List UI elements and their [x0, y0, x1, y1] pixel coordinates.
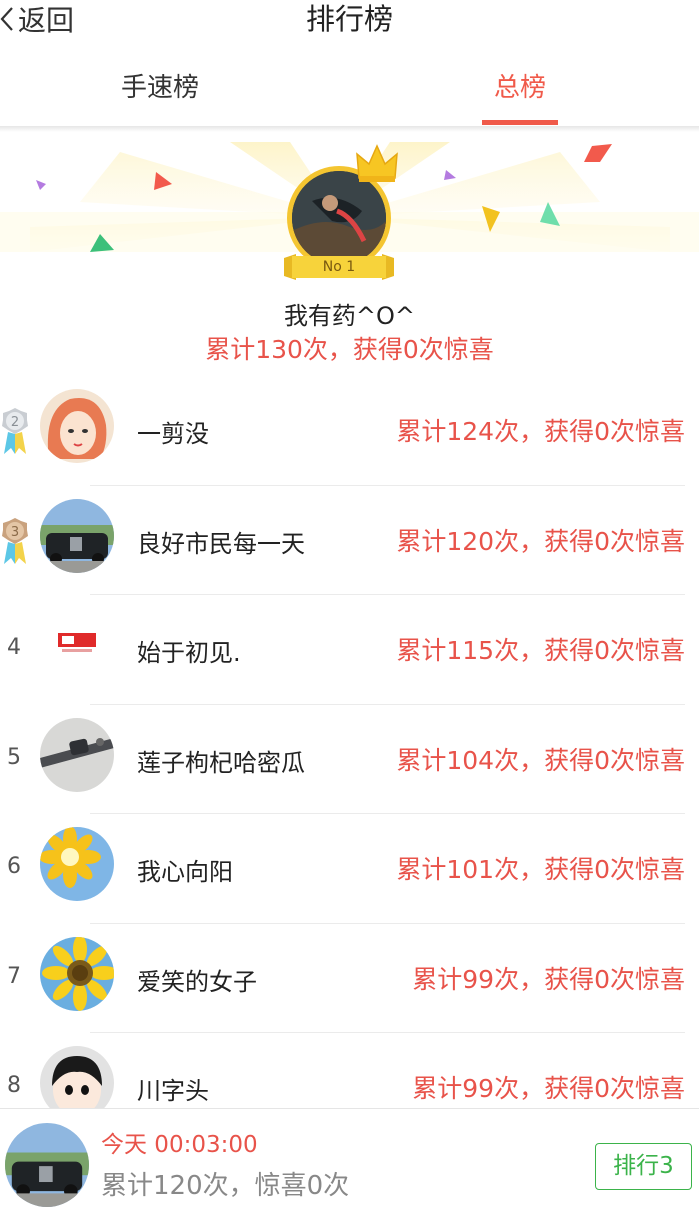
tab-speed-ranking[interactable]: 手速榜 [80, 58, 240, 126]
avatar[interactable] [40, 717, 114, 792]
active-tab-indicator [482, 120, 558, 125]
svg-text:3: 3 [11, 525, 19, 540]
user-score: 累计120次，获得0次惊喜 [396, 526, 685, 556]
bronze-medal-icon: 3 [2, 517, 28, 564]
user-score: 累计104次，获得0次惊喜 [396, 745, 685, 775]
user-name: 始于初见. [137, 639, 241, 667]
avatar[interactable] [40, 498, 114, 573]
confetti-icon [584, 144, 612, 162]
rank-number: 4 [7, 635, 21, 660]
my-rank-button[interactable]: 排行3 [595, 1143, 692, 1190]
my-stats: 累计120次，惊喜0次 [101, 1171, 350, 1201]
no1-badge-label: No 1 [322, 259, 356, 275]
rank-number: 8 [7, 1073, 21, 1098]
tab-overall-ranking[interactable]: 总榜 [440, 58, 600, 126]
champion-name: 我有药^O^ [283, 302, 416, 330]
ranking-row[interactable]: 5 莲子枸杞哈密瓜 累计104次，获得0次惊喜 [0, 705, 699, 814]
confetti-icon [36, 180, 46, 190]
ranking-row[interactable]: 3 良好市民每一天 累计120次，获得0次惊喜 [0, 486, 699, 595]
tab-bar: 手速榜 总榜 [0, 58, 699, 126]
avatar[interactable] [40, 827, 114, 901]
avatar[interactable] [40, 389, 114, 463]
ranking-row[interactable]: 4 始于初见. 累计115次，获得0次惊喜 [0, 595, 699, 705]
rank-number: 7 [7, 963, 21, 989]
my-time: 今天 00:03:00 [101, 1132, 258, 1158]
silver-medal-icon: 2 [2, 408, 28, 454]
ranking-row[interactable]: 2 一剪没 累计124次，获得0次惊喜 [0, 376, 699, 486]
page-title: 排行榜 [305, 2, 393, 36]
user-score: 累计99次，获得0次惊喜 [412, 964, 685, 994]
ranking-row[interactable]: 7 爱笑的女子 累计99次，获得0次惊喜 [0, 924, 699, 1033]
leaderboard-screen: 返回 排行榜 手速榜 总榜 No 1 我有药^O^ 累计130次，获得0次惊喜 … [0, 0, 699, 1207]
avatar[interactable] [40, 936, 114, 1011]
svg-text:2: 2 [11, 415, 19, 430]
ranking-row[interactable]: 6 我心向阳 累计101次，获得0次惊喜 [0, 814, 699, 924]
user-name: 爱笑的女子 [137, 967, 257, 996]
crown-icon [356, 144, 398, 182]
user-name: 莲子枸杞哈密瓜 [137, 748, 305, 777]
header: 返回 排行榜 [0, 0, 699, 40]
user-score: 累计101次，获得0次惊喜 [396, 855, 685, 884]
my-status-bar: 今天 00:03:00 累计120次，惊喜0次 排行3 [0, 1108, 699, 1207]
user-name: 良好市民每一天 [137, 529, 305, 558]
champion-score: 累计130次，获得0次惊喜 [205, 335, 494, 364]
user-score: 累计99次，获得0次惊喜 [412, 1074, 685, 1103]
champion-section: No 1 我有药^O^ 累计130次，获得0次惊喜 [0, 132, 699, 372]
user-name: 一剪没 [137, 420, 209, 448]
user-name: 我心向阳 [137, 858, 233, 886]
rank-number: 6 [7, 854, 21, 879]
user-score: 累计124次，获得0次惊喜 [396, 417, 685, 446]
user-score: 累计115次，获得0次惊喜 [396, 636, 685, 665]
confetti-icon [444, 170, 456, 180]
rank-number: 5 [7, 744, 21, 770]
avatar[interactable] [40, 608, 114, 682]
my-avatar[interactable] [5, 1123, 89, 1207]
ranking-list: 2 一剪没 累计124次，获得0次惊喜 3 良好市民每一天 累计120次，获得0… [0, 376, 699, 1143]
user-name: 川字头 [137, 1077, 209, 1105]
